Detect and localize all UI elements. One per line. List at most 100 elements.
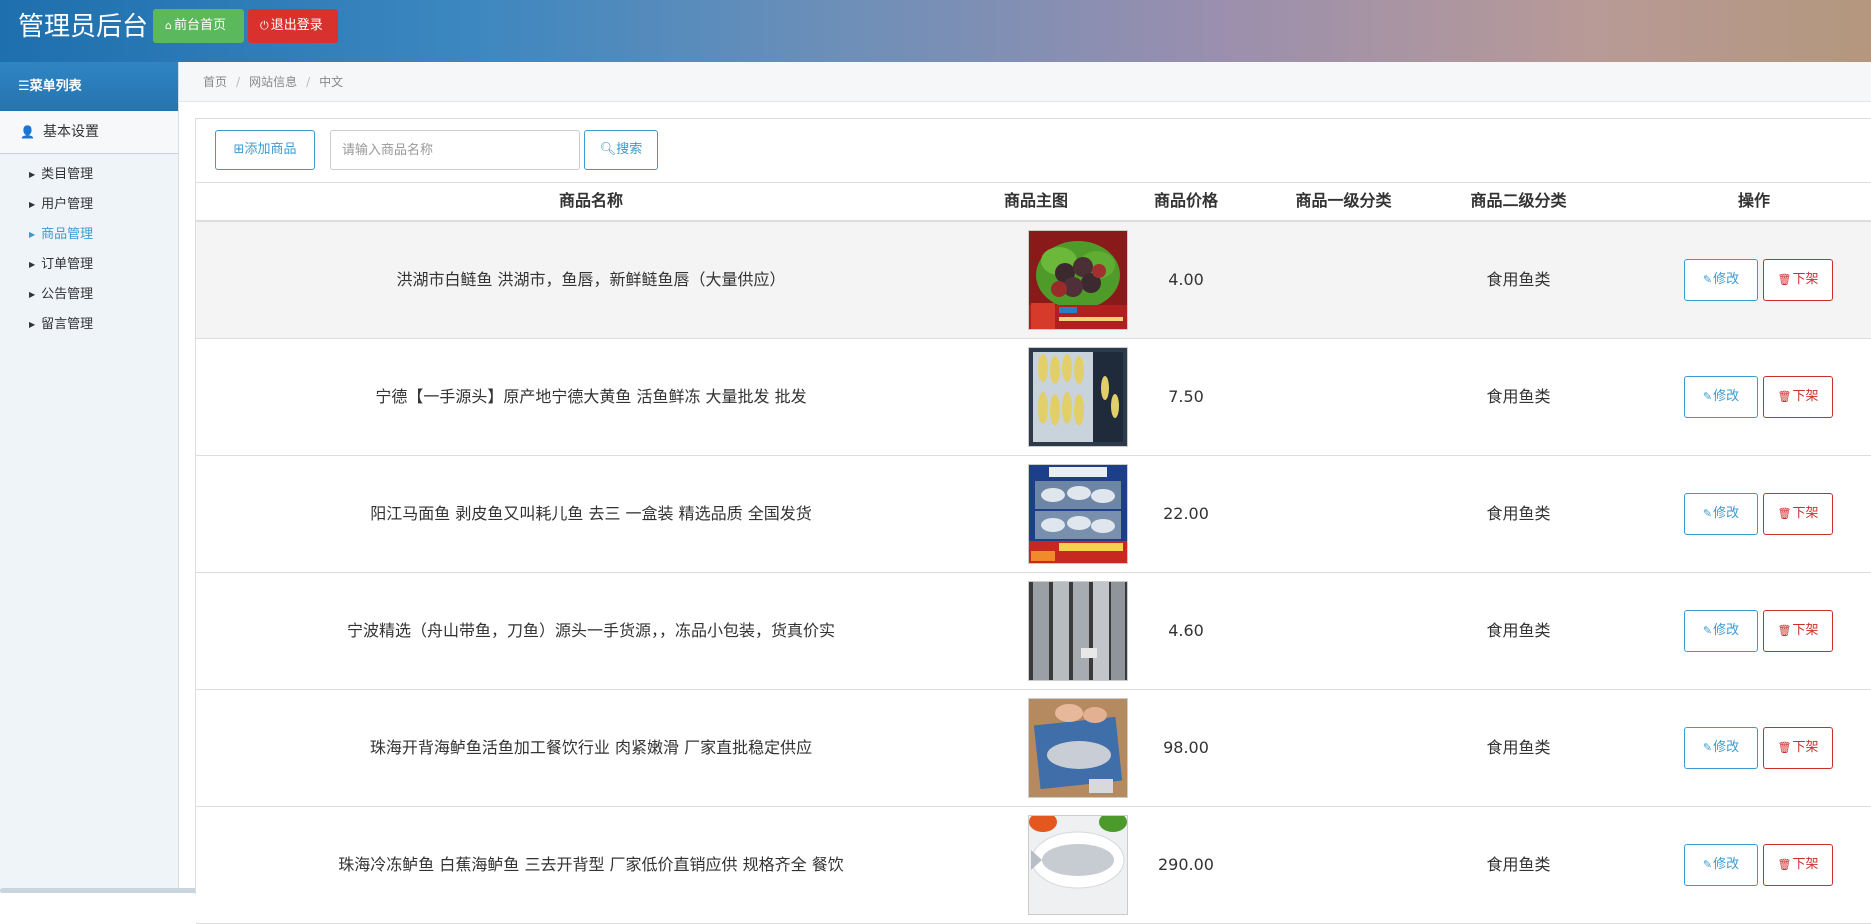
trash-icon: 🗑︎ <box>1777 741 1792 754</box>
edit-label: 修改 <box>1713 506 1740 521</box>
column-header-actions: 操作 <box>1737 191 1770 210</box>
sidebar-item-announcements[interactable]: ▶ 公告管理 <box>0 280 178 310</box>
sidebar: ☰菜单列表 👤 基本设置 ▶ 类目管理 ▶ 用户管理 ▶ 商品管理 ▶ 订单管理 ▶ 公告管… <box>0 62 179 893</box>
product-category2: 食用鱼类 <box>1486 738 1551 757</box>
delist-label: 下架 <box>1792 506 1819 521</box>
delist-label: 下架 <box>1792 857 1819 872</box>
delist-label: 下架 <box>1792 740 1819 755</box>
column-header-image: 商品主图 <box>1003 191 1068 210</box>
trash-icon: 🗑︎ <box>1777 390 1792 403</box>
caret-right-icon: ▶ <box>29 320 36 329</box>
table-row: 宁波精选（舟山带鱼，刀鱼）源头一手货源，，冻品小包装，货真价实 4.60 食用鱼… <box>196 573 1871 690</box>
trash-icon: 🗑︎ <box>1777 507 1792 520</box>
product-category1 <box>1286 690 1401 806</box>
edit-icon: ✎ <box>1702 273 1713 286</box>
sidebar-item-messages[interactable]: ▶ 留言管理 <box>0 310 178 340</box>
sidebar-item-label: 订单管理 <box>41 257 94 272</box>
trash-icon: 🗑︎ <box>1777 624 1792 637</box>
top-header: 管理员后台 ⌂ 前台首页 ⏻ 退出登录 <box>0 0 1871 62</box>
product-category2: 食用鱼类 <box>1486 504 1551 523</box>
column-header-category2: 商品二级分类 <box>1470 191 1567 210</box>
delist-button[interactable]: 🗑︎下架 <box>1763 610 1833 652</box>
product-category1 <box>1286 222 1401 338</box>
product-category1 <box>1286 807 1401 923</box>
home-icon: ⌂ <box>165 19 172 32</box>
product-price: 290.00 <box>1158 855 1214 874</box>
product-price: 98.00 <box>1163 738 1209 757</box>
product-name: 珠海冷冻鲈鱼 白蕉海鲈鱼 三去开背型 厂家低价直销应供 规格齐全 餐饮 <box>338 855 844 874</box>
product-price: 4.00 <box>1168 270 1204 289</box>
app-title: 管理员后台 <box>18 12 149 42</box>
delist-button[interactable]: 🗑︎下架 <box>1763 727 1833 769</box>
product-category2: 食用鱼类 <box>1486 621 1551 640</box>
sidebar-item-label: 公告管理 <box>41 287 94 302</box>
product-name: 阳江马面鱼 剥皮鱼又叫耗儿鱼 去三 一盒装 精选品质 全国发货 <box>370 504 812 523</box>
search-label: 搜索 <box>616 142 643 157</box>
table-row: 珠海冷冻鲈鱼 白蕉海鲈鱼 三去开背型 厂家低价直销应供 规格齐全 餐饮 290.… <box>196 807 1871 924</box>
trash-icon: 🗑︎ <box>1777 273 1792 286</box>
table-row: 洪湖市白鲢鱼 洪湖市，鱼唇，新鲜鲢鱼唇（大量供应） 4.00 食用鱼类 ✎修改 … <box>196 222 1871 339</box>
menu-list: ▶ 类目管理 ▶ 用户管理 ▶ 商品管理 ▶ 订单管理 ▶ 公告管理 ▶ 留言管理 <box>0 154 178 340</box>
frontend-home-button[interactable]: ⌂ 前台首页 <box>153 9 244 43</box>
table-row: 阳江马面鱼 剥皮鱼又叫耗儿鱼 去三 一盒装 精选品质 全国发货 22.00 食用… <box>196 456 1871 573</box>
column-header-category1: 商品一级分类 <box>1295 191 1392 210</box>
menu-list-title: 菜单列表 <box>29 79 82 94</box>
column-header-name: 商品名称 <box>558 191 623 210</box>
product-name: 宁德【一手源头】原产地宁德大黄鱼 活鱼鲜冻 大量批发 批发 <box>375 387 807 406</box>
search-button[interactable]: 🔍︎搜索 <box>584 130 658 170</box>
logout-button[interactable]: ⏻ 退出登录 <box>248 9 338 43</box>
edit-label: 修改 <box>1713 740 1740 755</box>
delist-button[interactable]: 🗑︎下架 <box>1763 493 1833 535</box>
product-category1 <box>1286 456 1401 572</box>
product-name: 洪湖市白鲢鱼 洪湖市，鱼唇，新鲜鲢鱼唇（大量供应） <box>396 270 786 289</box>
edit-button[interactable]: ✎修改 <box>1684 376 1758 418</box>
product-category1 <box>1286 573 1401 689</box>
trash-icon: 🗑︎ <box>1777 858 1792 871</box>
sidebar-item-orders[interactable]: ▶ 订单管理 <box>0 250 178 280</box>
delist-button[interactable]: 🗑︎下架 <box>1763 844 1833 886</box>
edit-button[interactable]: ✎修改 <box>1684 727 1758 769</box>
frontend-home-label: 前台首页 <box>173 18 226 33</box>
search-input[interactable] <box>330 130 580 170</box>
main-panel: ⊞添加商品 🔍︎搜索 商品名称 商品主图 商品价格 商品一级分类 商品二级分类 … <box>195 118 1871 924</box>
delist-label: 下架 <box>1792 389 1819 404</box>
caret-right-icon: ▶ <box>29 260 36 269</box>
breadcrumb-home[interactable]: 首页 <box>203 75 227 89</box>
horizontal-scrollbar[interactable] <box>0 888 214 893</box>
product-name: 珠海开背海鲈鱼活鱼加工餐饮行业 肉紧嫩滑 厂家直批稳定供应 <box>369 738 813 757</box>
sidebar-item-category[interactable]: ▶ 类目管理 <box>0 160 178 190</box>
menu-group-label: 基本设置 <box>42 124 99 140</box>
sidebar-item-label: 用户管理 <box>41 197 94 212</box>
product-name: 宁波精选（舟山带鱼，刀鱼）源头一手货源，，冻品小包装，货真价实 <box>346 621 835 640</box>
plus-square-icon: ⊞ <box>233 142 245 157</box>
edit-button[interactable]: ✎修改 <box>1684 844 1758 886</box>
list-icon: ☰ <box>18 79 30 94</box>
edit-button[interactable]: ✎修改 <box>1684 610 1758 652</box>
edit-icon: ✎ <box>1702 390 1713 403</box>
menu-group-basic-settings[interactable]: 👤 基本设置 <box>0 111 178 154</box>
edit-button[interactable]: ✎修改 <box>1684 259 1758 301</box>
edit-button[interactable]: ✎修改 <box>1684 493 1758 535</box>
breadcrumb: 首页 / 网站信息 / 中文 <box>179 62 1871 102</box>
delist-button[interactable]: 🗑︎下架 <box>1763 259 1833 301</box>
add-product-label: 添加商品 <box>244 142 297 157</box>
search-icon: 🔍︎ <box>599 142 617 157</box>
breadcrumb-site-info[interactable]: 网站信息 <box>249 75 297 89</box>
edit-label: 修改 <box>1713 623 1740 638</box>
sidebar-item-products[interactable]: ▶ 商品管理 <box>0 220 178 250</box>
sidebar-item-users[interactable]: ▶ 用户管理 <box>0 190 178 220</box>
logout-label: 退出登录 <box>270 18 323 33</box>
product-category2: 食用鱼类 <box>1486 270 1551 289</box>
add-product-button[interactable]: ⊞添加商品 <box>215 130 315 170</box>
toolbar: ⊞添加商品 🔍︎搜索 <box>196 119 1871 183</box>
user-icon: 👤 <box>20 125 35 139</box>
edit-label: 修改 <box>1713 389 1740 404</box>
table-row: 宁德【一手源头】原产地宁德大黄鱼 活鱼鲜冻 大量批发 批发 7.50 食用鱼类 … <box>196 339 1871 456</box>
edit-label: 修改 <box>1713 272 1740 287</box>
breadcrumb-separator: / <box>236 75 241 89</box>
caret-right-icon: ▶ <box>29 230 36 239</box>
caret-right-icon: ▶ <box>29 170 36 179</box>
product-category2: 食用鱼类 <box>1486 855 1551 874</box>
sidebar-item-label: 类目管理 <box>41 167 94 182</box>
delist-button[interactable]: 🗑︎下架 <box>1763 376 1833 418</box>
